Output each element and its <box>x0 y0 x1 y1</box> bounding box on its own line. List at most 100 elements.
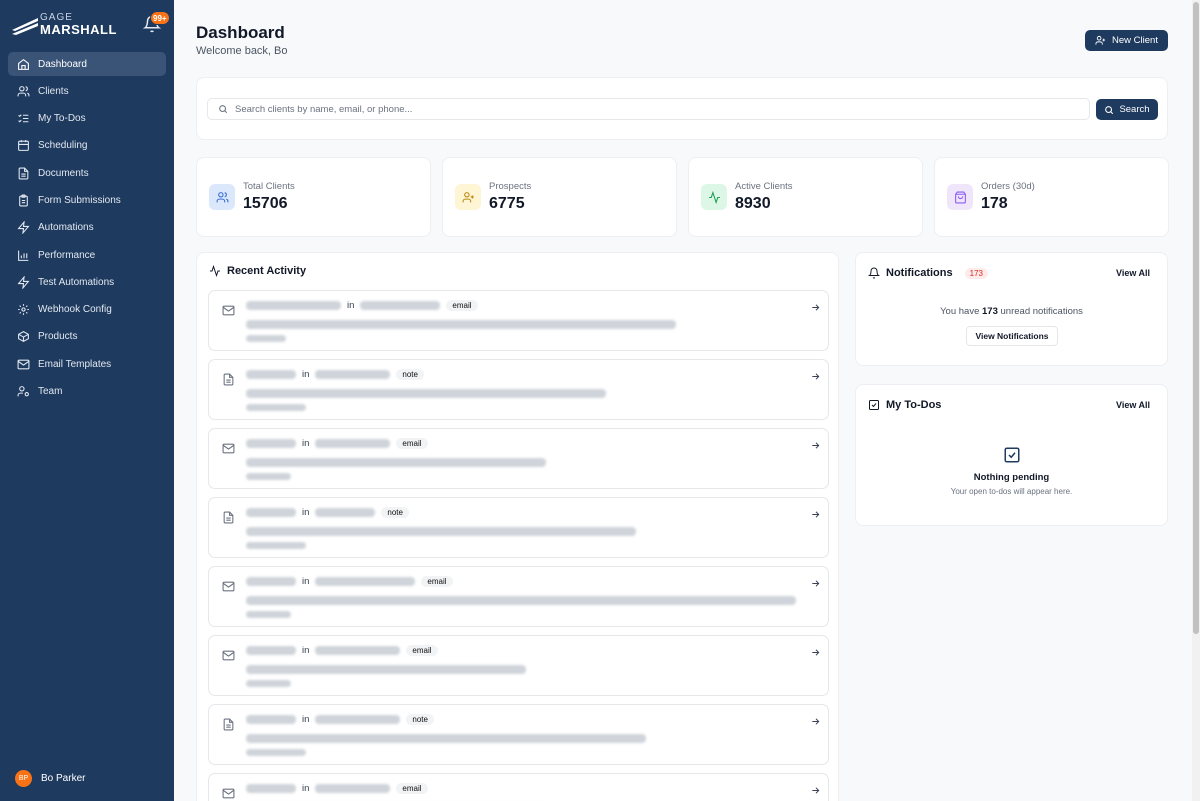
sidebar-item-label: Performance <box>38 249 96 261</box>
arrow-right-icon[interactable] <box>810 440 821 451</box>
redacted-client[interactable] <box>315 508 376 517</box>
redacted-preview <box>246 665 526 674</box>
activity-item[interactable]: in note <box>208 497 829 558</box>
stat-card-orders[interactable]: Orders (30d) 178 <box>934 157 1169 237</box>
sidebar-item-dashboard[interactable]: Dashboard <box>8 52 166 76</box>
redacted-client[interactable] <box>360 301 441 310</box>
arrow-right-icon[interactable] <box>810 647 821 658</box>
search-card: Search clients by name, email, or phone.… <box>196 77 1168 140</box>
activity-connector: in <box>302 369 310 380</box>
notifications-view-all-link[interactable]: View All <box>1116 268 1150 278</box>
page-scrollbar[interactable] <box>1192 0 1200 801</box>
notification-count-badge: 99+ <box>150 11 170 25</box>
arrow-right-icon[interactable] <box>810 302 821 313</box>
activity-item-header: in email <box>246 300 478 311</box>
recent-activity-title: Recent Activity <box>209 265 306 277</box>
sidebar-item-my-todos[interactable]: My To-Dos <box>8 107 166 131</box>
sidebar-item-label: Scheduling <box>38 140 88 152</box>
sidebar-item-label: Dashboard <box>38 58 87 70</box>
redacted-client[interactable] <box>315 646 401 655</box>
arrow-right-icon[interactable] <box>810 716 821 727</box>
redacted-client[interactable] <box>315 784 391 793</box>
sidebar-item-webhook-config[interactable]: Webhook Config <box>8 298 166 322</box>
notifications-header: Notifications 173 <box>868 267 988 279</box>
sidebar-item-performance[interactable]: Performance <box>8 243 166 267</box>
activity-item[interactable]: in note <box>208 359 829 420</box>
list-checks-icon <box>18 114 29 123</box>
stat-icon-box <box>947 184 973 210</box>
activity-type-badge: note <box>406 714 434 725</box>
activity-item[interactable]: in email <box>208 635 829 696</box>
redacted-timestamp <box>246 611 291 618</box>
activity-item[interactable]: in note <box>208 704 829 765</box>
search-icon <box>219 105 228 114</box>
activity-item[interactable]: in email <box>208 428 829 489</box>
redacted-timestamp <box>246 749 306 756</box>
new-client-label: New Client <box>1112 35 1158 46</box>
activity-item-header: in note <box>246 507 409 518</box>
todos-title: My To-Dos <box>886 399 942 411</box>
sidebar-item-label: Automations <box>38 222 94 234</box>
arrow-right-icon[interactable] <box>810 509 821 520</box>
stat-label: Prospects <box>489 181 532 192</box>
logo-mark-icon <box>12 18 38 35</box>
search-icon <box>1105 105 1114 114</box>
sidebar-item-automations[interactable]: Automations <box>8 216 166 240</box>
search-button[interactable]: Search <box>1096 99 1158 120</box>
redacted-actor <box>246 646 296 655</box>
sidebar-item-clients[interactable]: Clients <box>8 79 166 103</box>
brand-logo[interactable]: GAGE MARSHALL <box>12 12 122 40</box>
activity-connector: in <box>302 438 310 449</box>
sidebar-item-products[interactable]: Products <box>8 325 166 349</box>
mail-icon <box>222 443 235 454</box>
arrow-right-icon[interactable] <box>810 785 821 796</box>
activity-item-header: in email <box>246 645 438 656</box>
user-profile[interactable]: BP Bo Parker <box>15 770 85 787</box>
notif-text-after: unread notifications <box>1000 306 1083 317</box>
search-input[interactable]: Search clients by name, email, or phone.… <box>207 98 1090 120</box>
redacted-preview <box>246 320 676 329</box>
bell-icon <box>868 267 880 279</box>
user-plus-icon <box>462 191 474 202</box>
redacted-client[interactable] <box>315 370 391 379</box>
activity-item[interactable]: in email <box>208 773 829 801</box>
sidebar-item-label: Products <box>38 331 78 343</box>
redacted-preview <box>246 734 646 743</box>
activity-item[interactable]: in email <box>208 566 829 627</box>
sidebar-item-form-submissions[interactable]: Form Submissions <box>8 188 166 212</box>
package-icon <box>18 331 29 343</box>
view-notifications-button[interactable]: View Notifications <box>966 326 1058 346</box>
todos-view-all-link[interactable]: View All <box>1116 400 1150 410</box>
redacted-client[interactable] <box>315 715 401 724</box>
stat-card-prospects[interactable]: Prospects 6775 <box>442 157 677 237</box>
activity-type-badge: email <box>421 576 453 587</box>
sidebar-item-scheduling[interactable]: Scheduling <box>8 134 166 158</box>
new-client-button[interactable]: New Client <box>1085 30 1168 51</box>
activity-type-badge: email <box>446 300 478 311</box>
sidebar-item-test-automations[interactable]: Test Automations <box>8 270 166 294</box>
redacted-actor <box>246 301 341 310</box>
stat-label: Total Clients <box>243 181 295 192</box>
activity-type-badge: email <box>396 438 428 449</box>
user-name: Bo Parker <box>41 773 86 784</box>
activity-item[interactable]: in email <box>208 290 829 351</box>
redacted-preview <box>246 527 636 536</box>
mail-icon <box>222 305 235 316</box>
webhook-icon <box>18 304 29 316</box>
arrow-right-icon[interactable] <box>810 371 821 382</box>
home-icon <box>18 58 29 70</box>
redacted-client[interactable] <box>315 439 391 448</box>
mail-icon <box>222 581 235 592</box>
redacted-client[interactable] <box>315 577 416 586</box>
mail-icon <box>222 788 235 799</box>
arrow-right-icon[interactable] <box>810 578 821 589</box>
mail-icon <box>17 359 30 370</box>
sidebar-item-documents[interactable]: Documents <box>8 161 166 185</box>
sidebar-item-team[interactable]: Team <box>8 380 166 404</box>
scrollbar-thumb[interactable] <box>1193 2 1199 634</box>
notif-text-count: 173 <box>982 306 998 317</box>
stat-card-total-clients[interactable]: Total Clients 15706 <box>196 157 431 237</box>
sidebar-item-email-templates[interactable]: Email Templates <box>8 352 166 376</box>
stat-card-active-clients[interactable]: Active Clients 8930 <box>688 157 923 237</box>
recent-activity-panel: Recent Activity in email in note in email in no… <box>196 252 839 801</box>
